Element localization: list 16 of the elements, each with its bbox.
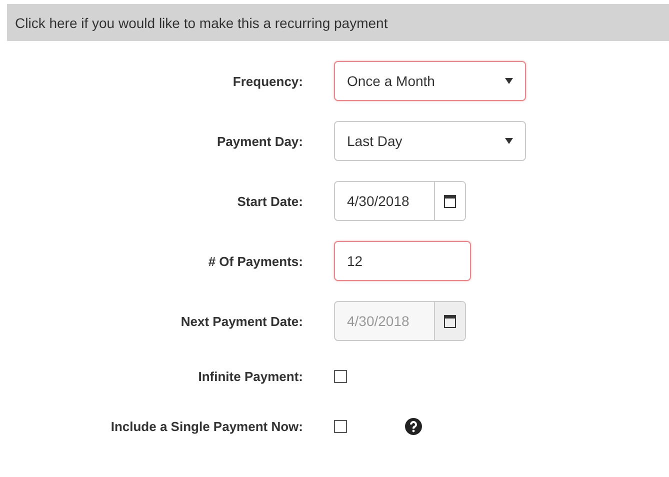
field-label: Next Payment Date: [180, 314, 303, 328]
field-label: Start Date: [237, 194, 303, 208]
recurring-payment-link[interactable]: Click here if you would like to make this a recurring payment [7, 4, 669, 41]
dropdown[interactable]: Last Day [334, 121, 526, 161]
checkbox[interactable] [334, 370, 347, 382]
field-label: # Of Payments: [208, 254, 303, 268]
field-label: Frequency: [232, 74, 303, 88]
caret-icon [505, 138, 513, 144]
caret-icon [505, 78, 513, 84]
checkbox[interactable] [334, 420, 347, 432]
field-label: Infinite Payment: [198, 368, 303, 384]
field-label: Include a Single Payment Now: [110, 418, 303, 434]
input-field[interactable]: 12 [334, 241, 471, 281]
field-label: Payment Day: [217, 134, 303, 148]
dropdown[interactable]: Once a Month [334, 61, 526, 101]
help-icon[interactable] [405, 418, 422, 434]
